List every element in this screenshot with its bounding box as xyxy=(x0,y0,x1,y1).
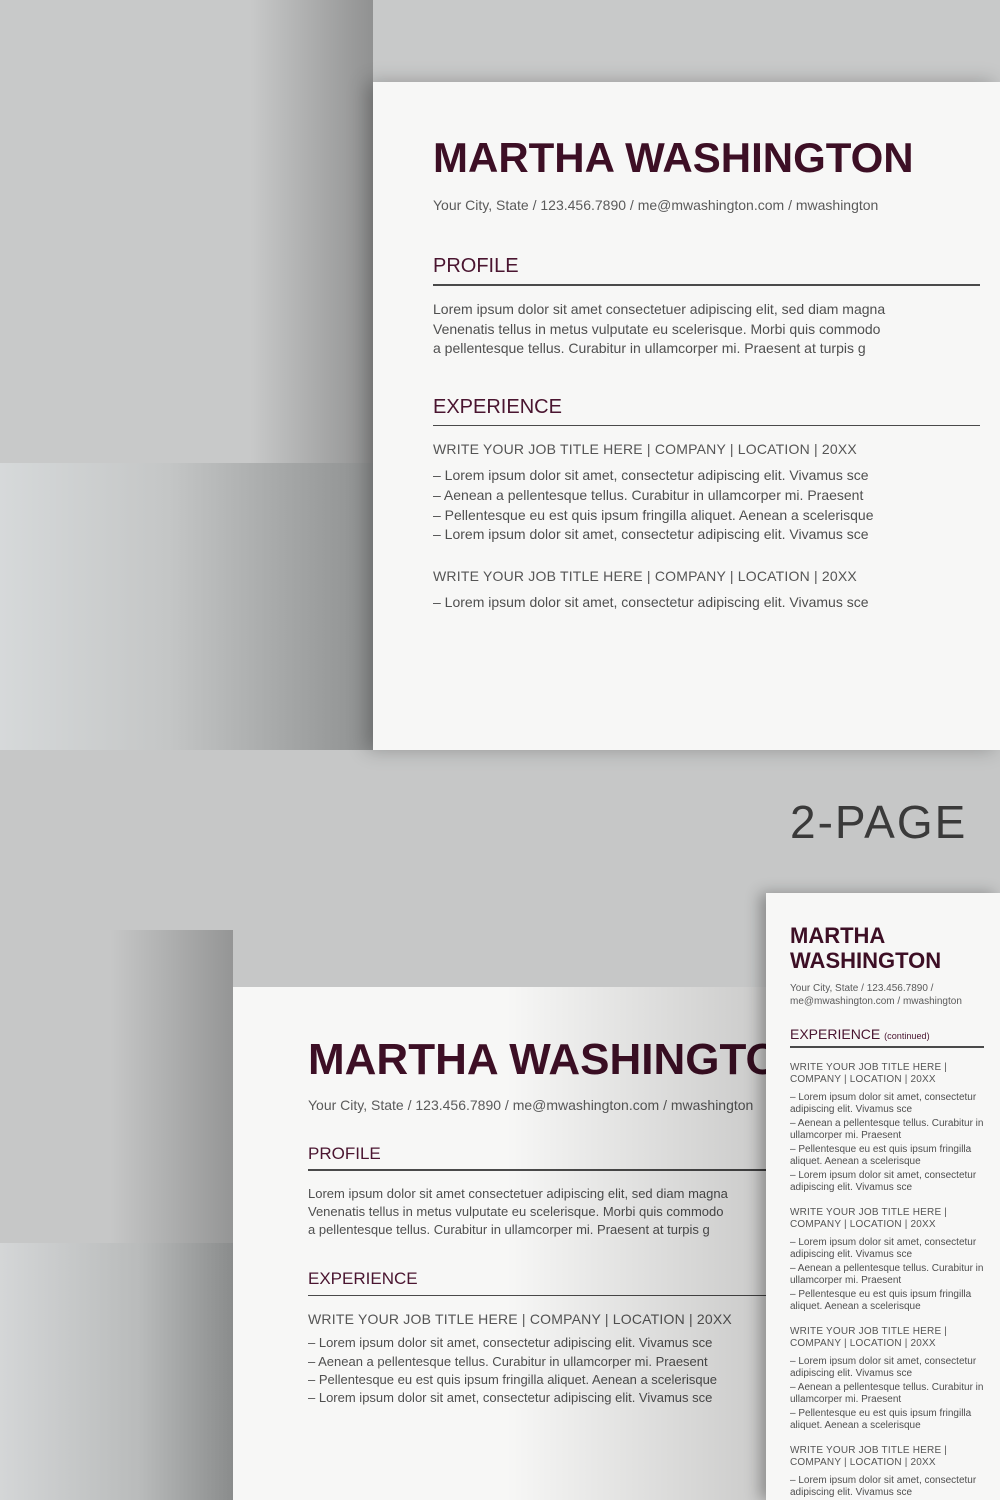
resume-page-two: MARTHA WASHINGTON Your City, State / 123.… xyxy=(766,893,1000,1500)
contact-line: Your City, State / 123.456.7890 / me@mwa… xyxy=(790,982,962,1007)
job-title-line: WRITE YOUR JOB TITLE HERE | COMPANY | LO… xyxy=(790,1206,948,1231)
profile-line: a pellentesque tellus. Curabitur in ulla… xyxy=(433,340,866,357)
bullet-item: – Lorem ipsum dolor sit amet, consectetu… xyxy=(433,467,869,484)
bullet-item: – Lorem ipsum dolor sit amet, consectetu… xyxy=(790,1236,977,1261)
job-title-line: WRITE YOUR JOB TITLE HERE | COMPANY | LO… xyxy=(790,1325,948,1350)
bullet-item: – Pellentesque eu est quis ipsum fringil… xyxy=(790,1288,972,1313)
section-divider xyxy=(433,284,980,286)
profile-line: Lorem ipsum dolor sit amet consectetuer … xyxy=(433,300,886,317)
section-heading-experience: EXPERIENCE xyxy=(433,395,562,418)
bullet-item: – Lorem ipsum dolor sit amet, consectetu… xyxy=(433,526,869,543)
bullet-item: – Pellentesque eu est quis ipsum fringil… xyxy=(790,1143,972,1168)
job-title-line: WRITE YOUR JOB TITLE HERE | COMPANY | LO… xyxy=(790,1444,948,1469)
bullet-item: – Aenean a pellentesque tellus. Curabitu… xyxy=(790,1262,984,1287)
bullet-item: – Aenean a pellentesque tellus. Curabitu… xyxy=(433,487,864,504)
bullet-item: – Lorem ipsum dolor sit amet, consectetu… xyxy=(790,1355,977,1380)
section-heading-experience-continued: EXPERIENCE (continued) xyxy=(790,1025,930,1042)
bullet-item: – Aenean a pellentesque tellus. Curabitu… xyxy=(790,1381,984,1406)
job-title-line: WRITE YOUR JOB TITLE HERE | COMPANY | LO… xyxy=(433,567,857,584)
tagline: 2-PAGE xyxy=(790,796,968,848)
section-divider xyxy=(433,424,980,427)
contact-line: Your City, State / 123.456.7890 / me@mwa… xyxy=(433,197,879,214)
continued-label: (continued) xyxy=(884,1030,930,1041)
bullet-item: – Pellentesque eu est quis ipsum fringil… xyxy=(790,1407,972,1432)
resume-page-closeup: MARTHA WASHINGTON Your City, State / 123.… xyxy=(373,82,1000,750)
job-title-line: WRITE YOUR JOB TITLE HERE | COMPANY | LO… xyxy=(790,1061,948,1086)
bullet-item: – Lorem ipsum dolor sit amet, consectetu… xyxy=(790,1091,977,1116)
resume-name: MARTHA WASHINGTON xyxy=(433,134,914,181)
bullet-item: – Pellentesque eu est quis ipsum fringil… xyxy=(433,506,874,523)
profile-line: Venenatis tellus in metus vulputate eu s… xyxy=(433,320,881,337)
section-divider xyxy=(790,1046,984,1048)
bullet-item: – Lorem ipsum dolor sit amet, consectetu… xyxy=(433,594,869,611)
job-title-line: WRITE YOUR JOB TITLE HERE | COMPANY | LO… xyxy=(433,441,857,458)
bullet-item: – Lorem ipsum dolor sit amet, consectetu… xyxy=(790,1169,977,1194)
bullet-item: – Aenean a pellentesque tellus. Curabitu… xyxy=(790,1117,984,1142)
bullet-item: – Lorem ipsum dolor sit amet, consectetu… xyxy=(790,1474,977,1499)
section-heading-profile: PROFILE xyxy=(433,255,519,278)
resume-name: MARTHA WASHINGTON xyxy=(790,923,942,974)
